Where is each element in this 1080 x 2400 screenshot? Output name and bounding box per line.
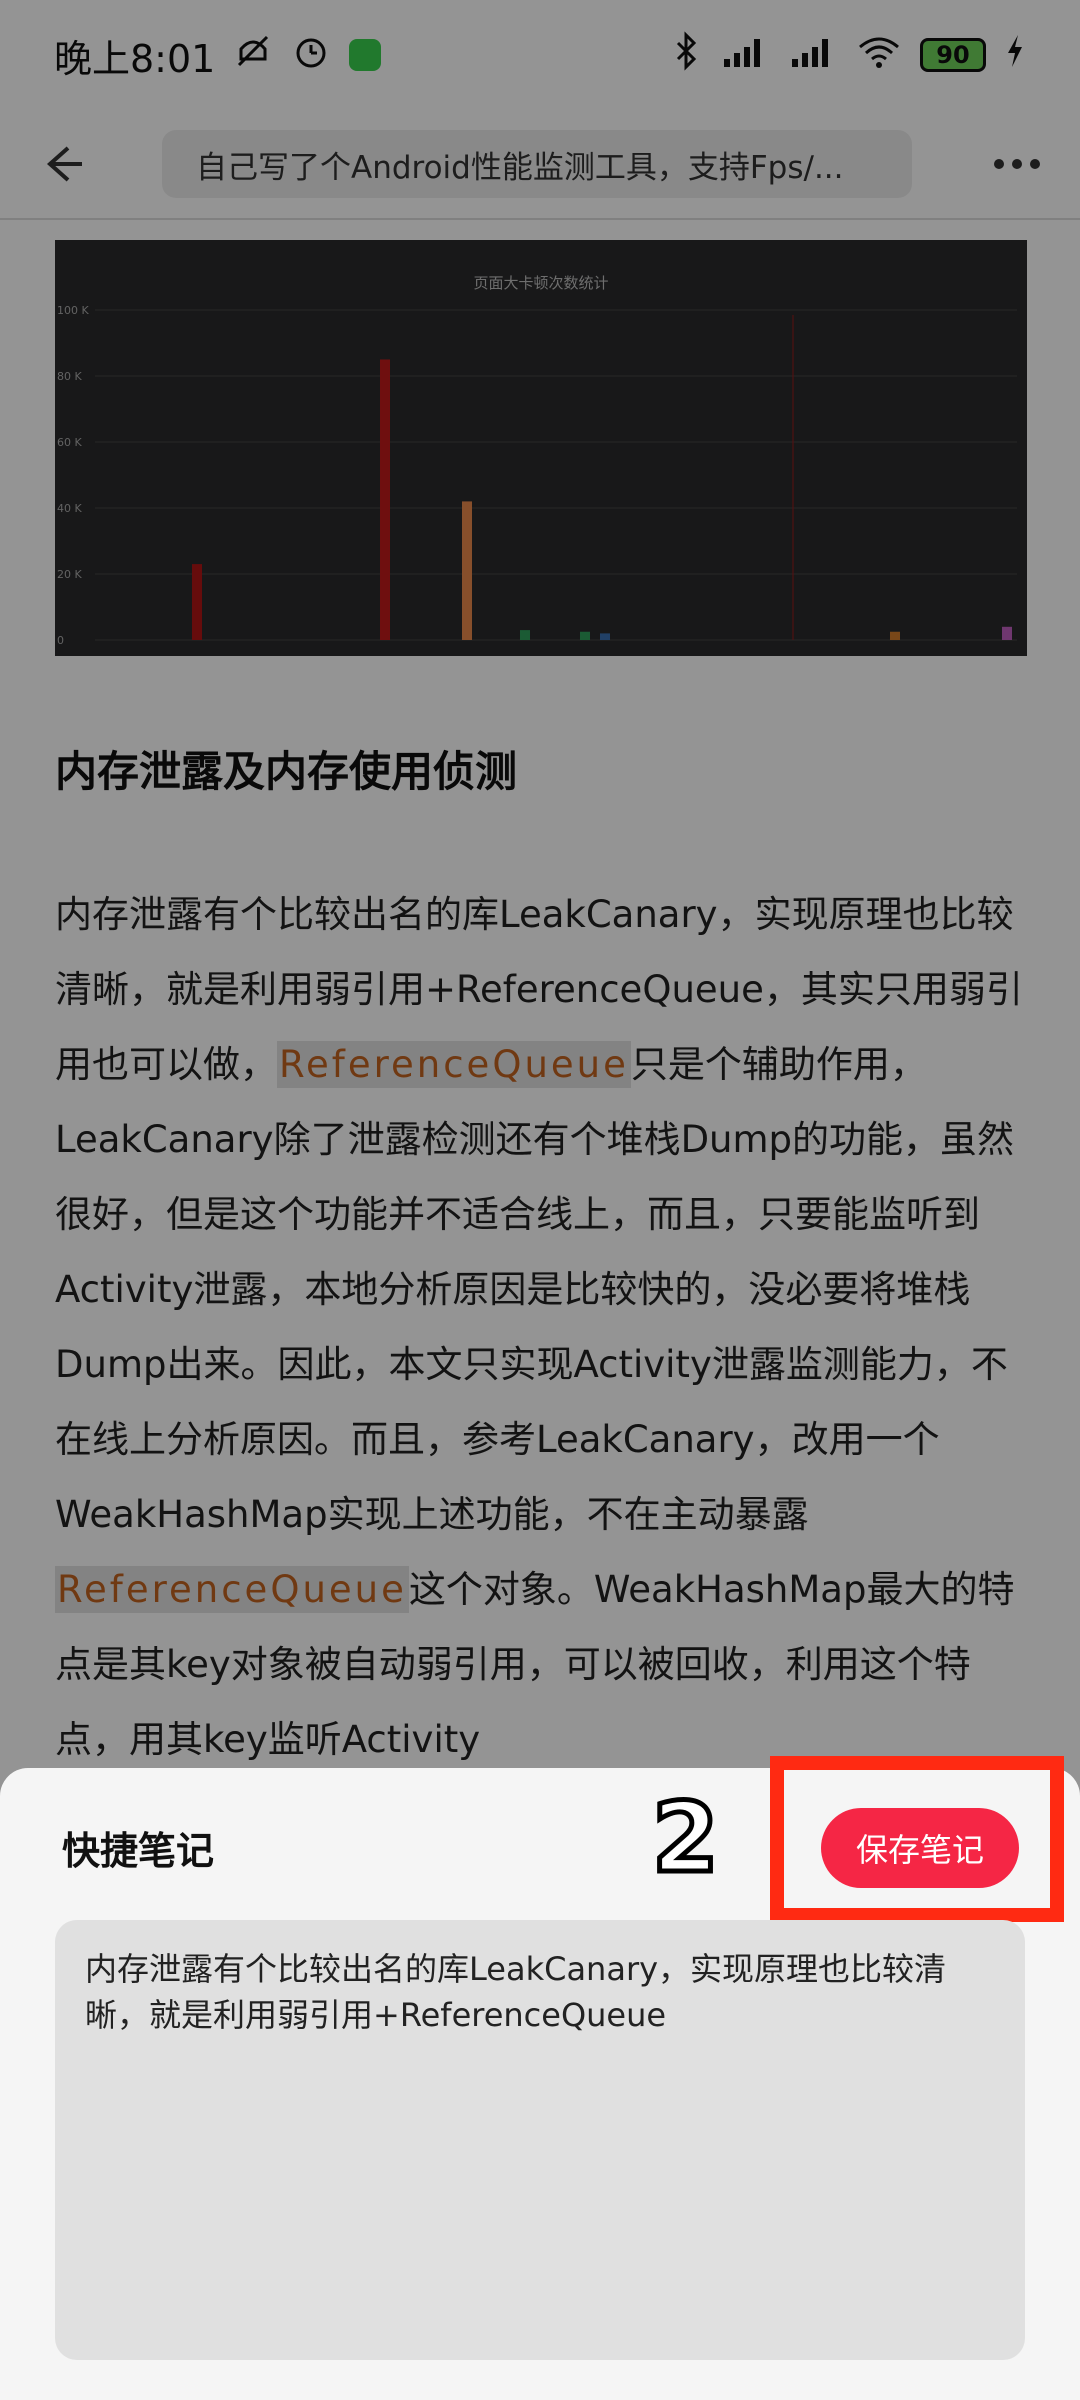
quick-note-sheet: 快捷笔记 2 保存笔记 内存泄露有个比较出名的库LeakCanary，实现原理也… (0, 1756, 1080, 2400)
note-text-area[interactable]: 内存泄露有个比较出名的库LeakCanary，实现原理也比较清晰，就是利用弱引用… (55, 1920, 1025, 2360)
step-number-annotation: 2 (650, 1782, 722, 1894)
sheet-title: 快捷笔记 (62, 1829, 215, 1873)
save-note-button[interactable]: 保存笔记 (821, 1808, 1019, 1888)
